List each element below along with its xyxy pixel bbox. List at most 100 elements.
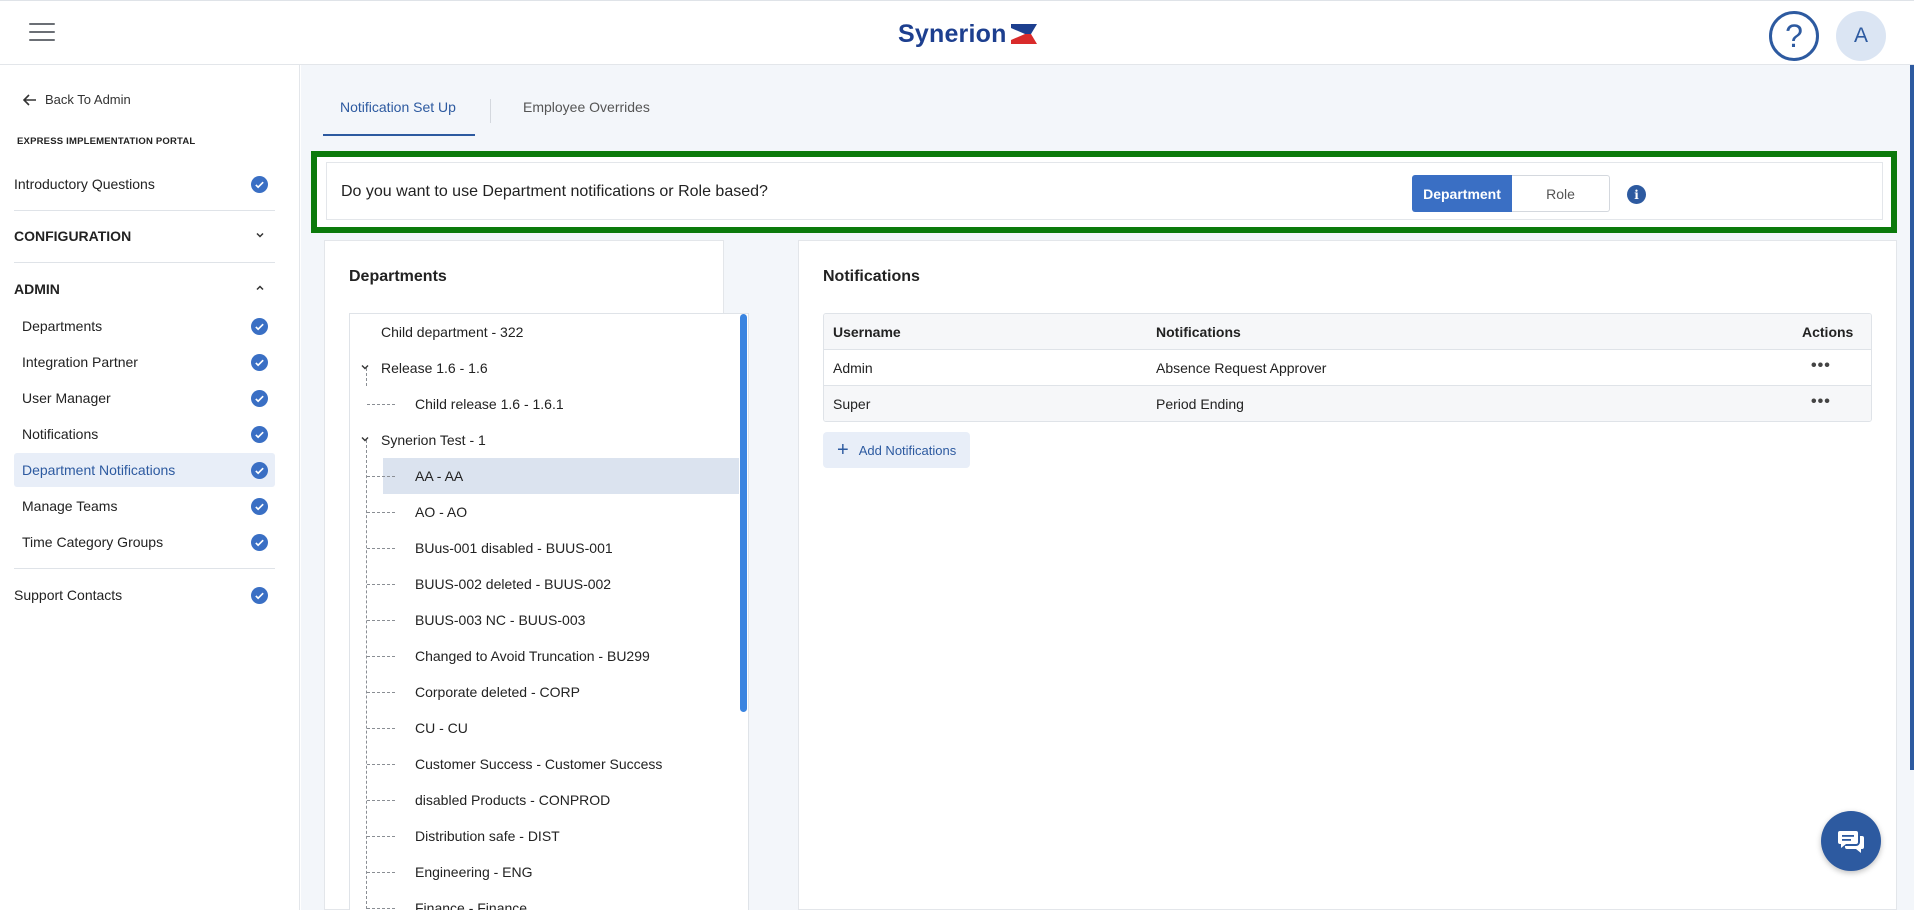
sidebar-item-manage-teams[interactable]: Manage Teams xyxy=(14,489,275,523)
tree-item[interactable]: Distribution safe - DIST xyxy=(350,818,739,854)
tree-connector xyxy=(367,692,395,693)
check-circle-icon xyxy=(251,354,268,371)
tree-item[interactable]: Release 1.6 - 1.6 xyxy=(350,350,739,386)
sidebar-item-label: Integration Partner xyxy=(22,354,138,370)
portal-title: EXPRESS IMPLEMENTATION PORTAL xyxy=(17,136,196,147)
table-row: Admin Absence Request Approver ••• xyxy=(824,350,1871,386)
tree-connector xyxy=(367,512,395,513)
sidebar-section-admin[interactable]: ADMIN xyxy=(14,272,275,306)
column-header-username: Username xyxy=(833,324,901,340)
user-avatar[interactable]: A xyxy=(1836,11,1886,61)
back-to-admin-link[interactable]: Back To Admin xyxy=(23,92,131,107)
sidebar-item-departments[interactable]: Departments xyxy=(14,309,275,343)
sidebar-divider xyxy=(14,568,275,569)
chat-button[interactable] xyxy=(1821,811,1881,871)
tree-item-selected[interactable]: AA - AA xyxy=(350,458,739,494)
tree-connector xyxy=(367,836,395,837)
tree-connector xyxy=(367,800,395,801)
sidebar-item-introductory-questions[interactable]: Introductory Questions xyxy=(14,167,275,201)
tree-connector xyxy=(367,548,395,549)
tab-notification-set-up[interactable]: Notification Set Up xyxy=(340,99,456,115)
cell-notification: Period Ending xyxy=(1156,396,1244,412)
chevron-down-icon[interactable] xyxy=(360,434,370,444)
tree-item[interactable]: BUus-001 disabled - BUUS-001 xyxy=(350,530,739,566)
check-circle-icon xyxy=(251,498,268,515)
logo-flag-icon xyxy=(1010,24,1037,44)
sidebar-item-notifications[interactable]: Notifications xyxy=(14,417,275,451)
tree-item[interactable]: disabled Products - CONPROD xyxy=(350,782,739,818)
tree-connector xyxy=(367,404,395,405)
table-row: Super Period Ending ••• xyxy=(824,386,1871,421)
notifications-table: Username Notifications Actions Admin Abs… xyxy=(823,313,1872,422)
tree-item[interactable]: BUUS-002 deleted - BUUS-002 xyxy=(350,566,739,602)
chevron-up-icon xyxy=(256,285,264,291)
more-actions-icon[interactable]: ••• xyxy=(1811,358,1831,374)
help-button[interactable]: ? xyxy=(1769,11,1819,61)
table-header: Username Notifications Actions xyxy=(824,314,1871,350)
sidebar-item-integration-partner[interactable]: Integration Partner xyxy=(14,345,275,379)
tree-item[interactable]: Synerion Test - 1 xyxy=(350,422,739,458)
cell-username: Admin xyxy=(833,360,873,376)
departments-tree: Child department - 322 Release 1.6 - 1.6… xyxy=(349,313,749,910)
hamburger-menu-icon[interactable] xyxy=(29,23,55,43)
check-circle-icon xyxy=(251,534,268,551)
page-scrollbar[interactable] xyxy=(1910,65,1914,770)
role-option-button[interactable]: Role xyxy=(1512,175,1610,212)
info-icon[interactable]: i xyxy=(1627,185,1646,204)
notifications-title: Notifications xyxy=(823,268,920,285)
sidebar-item-support-contacts[interactable]: Support Contacts xyxy=(14,578,275,612)
notification-type-card: Do you want to use Department notificati… xyxy=(326,162,1883,220)
more-actions-icon[interactable]: ••• xyxy=(1811,394,1831,410)
tree-scrollbar[interactable] xyxy=(740,314,747,712)
tree-item[interactable]: Finance - Finance xyxy=(350,890,739,910)
check-circle-icon xyxy=(251,426,268,443)
add-notifications-label: Add Notifications xyxy=(858,442,957,458)
notifications-panel: Notifications Username Notifications Act… xyxy=(798,240,1897,910)
tree-item[interactable]: Changed to Avoid Truncation - BU299 xyxy=(350,638,739,674)
chat-icon xyxy=(1838,831,1864,853)
department-option-button[interactable]: Department xyxy=(1412,175,1512,212)
sidebar-item-label: Time Category Groups xyxy=(22,534,164,550)
sidebar-item-label: Departments xyxy=(22,318,103,334)
tab-employee-overrides[interactable]: Employee Overrides xyxy=(523,99,650,115)
sidebar: Back To Admin EXPRESS IMPLEMENTATION POR… xyxy=(0,65,300,910)
departments-title: Departments xyxy=(349,268,447,285)
chevron-down-icon[interactable] xyxy=(360,362,370,372)
sidebar-item-time-category-groups[interactable]: Time Category Groups xyxy=(14,525,275,559)
check-circle-icon xyxy=(251,390,268,407)
sidebar-item-department-notifications[interactable]: Department Notifications xyxy=(14,453,275,487)
check-circle-icon xyxy=(251,176,268,193)
active-tab-indicator xyxy=(323,134,475,136)
chevron-down-icon xyxy=(256,232,264,238)
sidebar-item-label: Manage Teams xyxy=(22,498,118,514)
add-notifications-button[interactable]: + Add Notifications xyxy=(823,432,970,468)
sidebar-divider xyxy=(14,210,275,211)
question-mark-icon: ? xyxy=(1785,17,1803,54)
tree-item[interactable]: AO - AO xyxy=(350,494,739,530)
sidebar-item-label: Support Contacts xyxy=(14,587,123,603)
sidebar-divider xyxy=(14,262,275,263)
check-circle-icon xyxy=(251,587,268,604)
tree-connector xyxy=(367,620,395,621)
sidebar-section-configuration[interactable]: CONFIGURATION xyxy=(14,219,275,253)
tree-connector xyxy=(367,656,395,657)
tree-item[interactable]: Child release 1.6 - 1.6.1 xyxy=(350,386,739,422)
tab-separator xyxy=(490,99,491,123)
arrow-left-icon xyxy=(23,93,36,106)
tree-item[interactable]: Engineering - ENG xyxy=(350,854,739,890)
tree-item[interactable]: BUUS-003 NC - BUUS-003 xyxy=(350,602,739,638)
tree-item[interactable]: Corporate deleted - CORP xyxy=(350,674,739,710)
tree-connector xyxy=(367,476,395,477)
sidebar-item-label: Notifications xyxy=(22,426,99,442)
tree-item[interactable]: Customer Success - Customer Success xyxy=(350,746,739,782)
tree-item[interactable]: Child department - 322 xyxy=(350,314,739,350)
cell-notification: Absence Request Approver xyxy=(1156,360,1327,376)
column-header-notifications: Notifications xyxy=(1156,324,1241,340)
tree-item[interactable]: CU - CU xyxy=(350,710,739,746)
column-header-actions: Actions xyxy=(1802,324,1854,340)
departments-panel: Departments Child department - 322 Relea… xyxy=(324,240,749,910)
check-circle-icon xyxy=(251,462,268,479)
tree-connector xyxy=(367,872,395,873)
sidebar-item-user-manager[interactable]: User Manager xyxy=(14,381,275,415)
sidebar-item-label: Introductory Questions xyxy=(14,176,155,192)
